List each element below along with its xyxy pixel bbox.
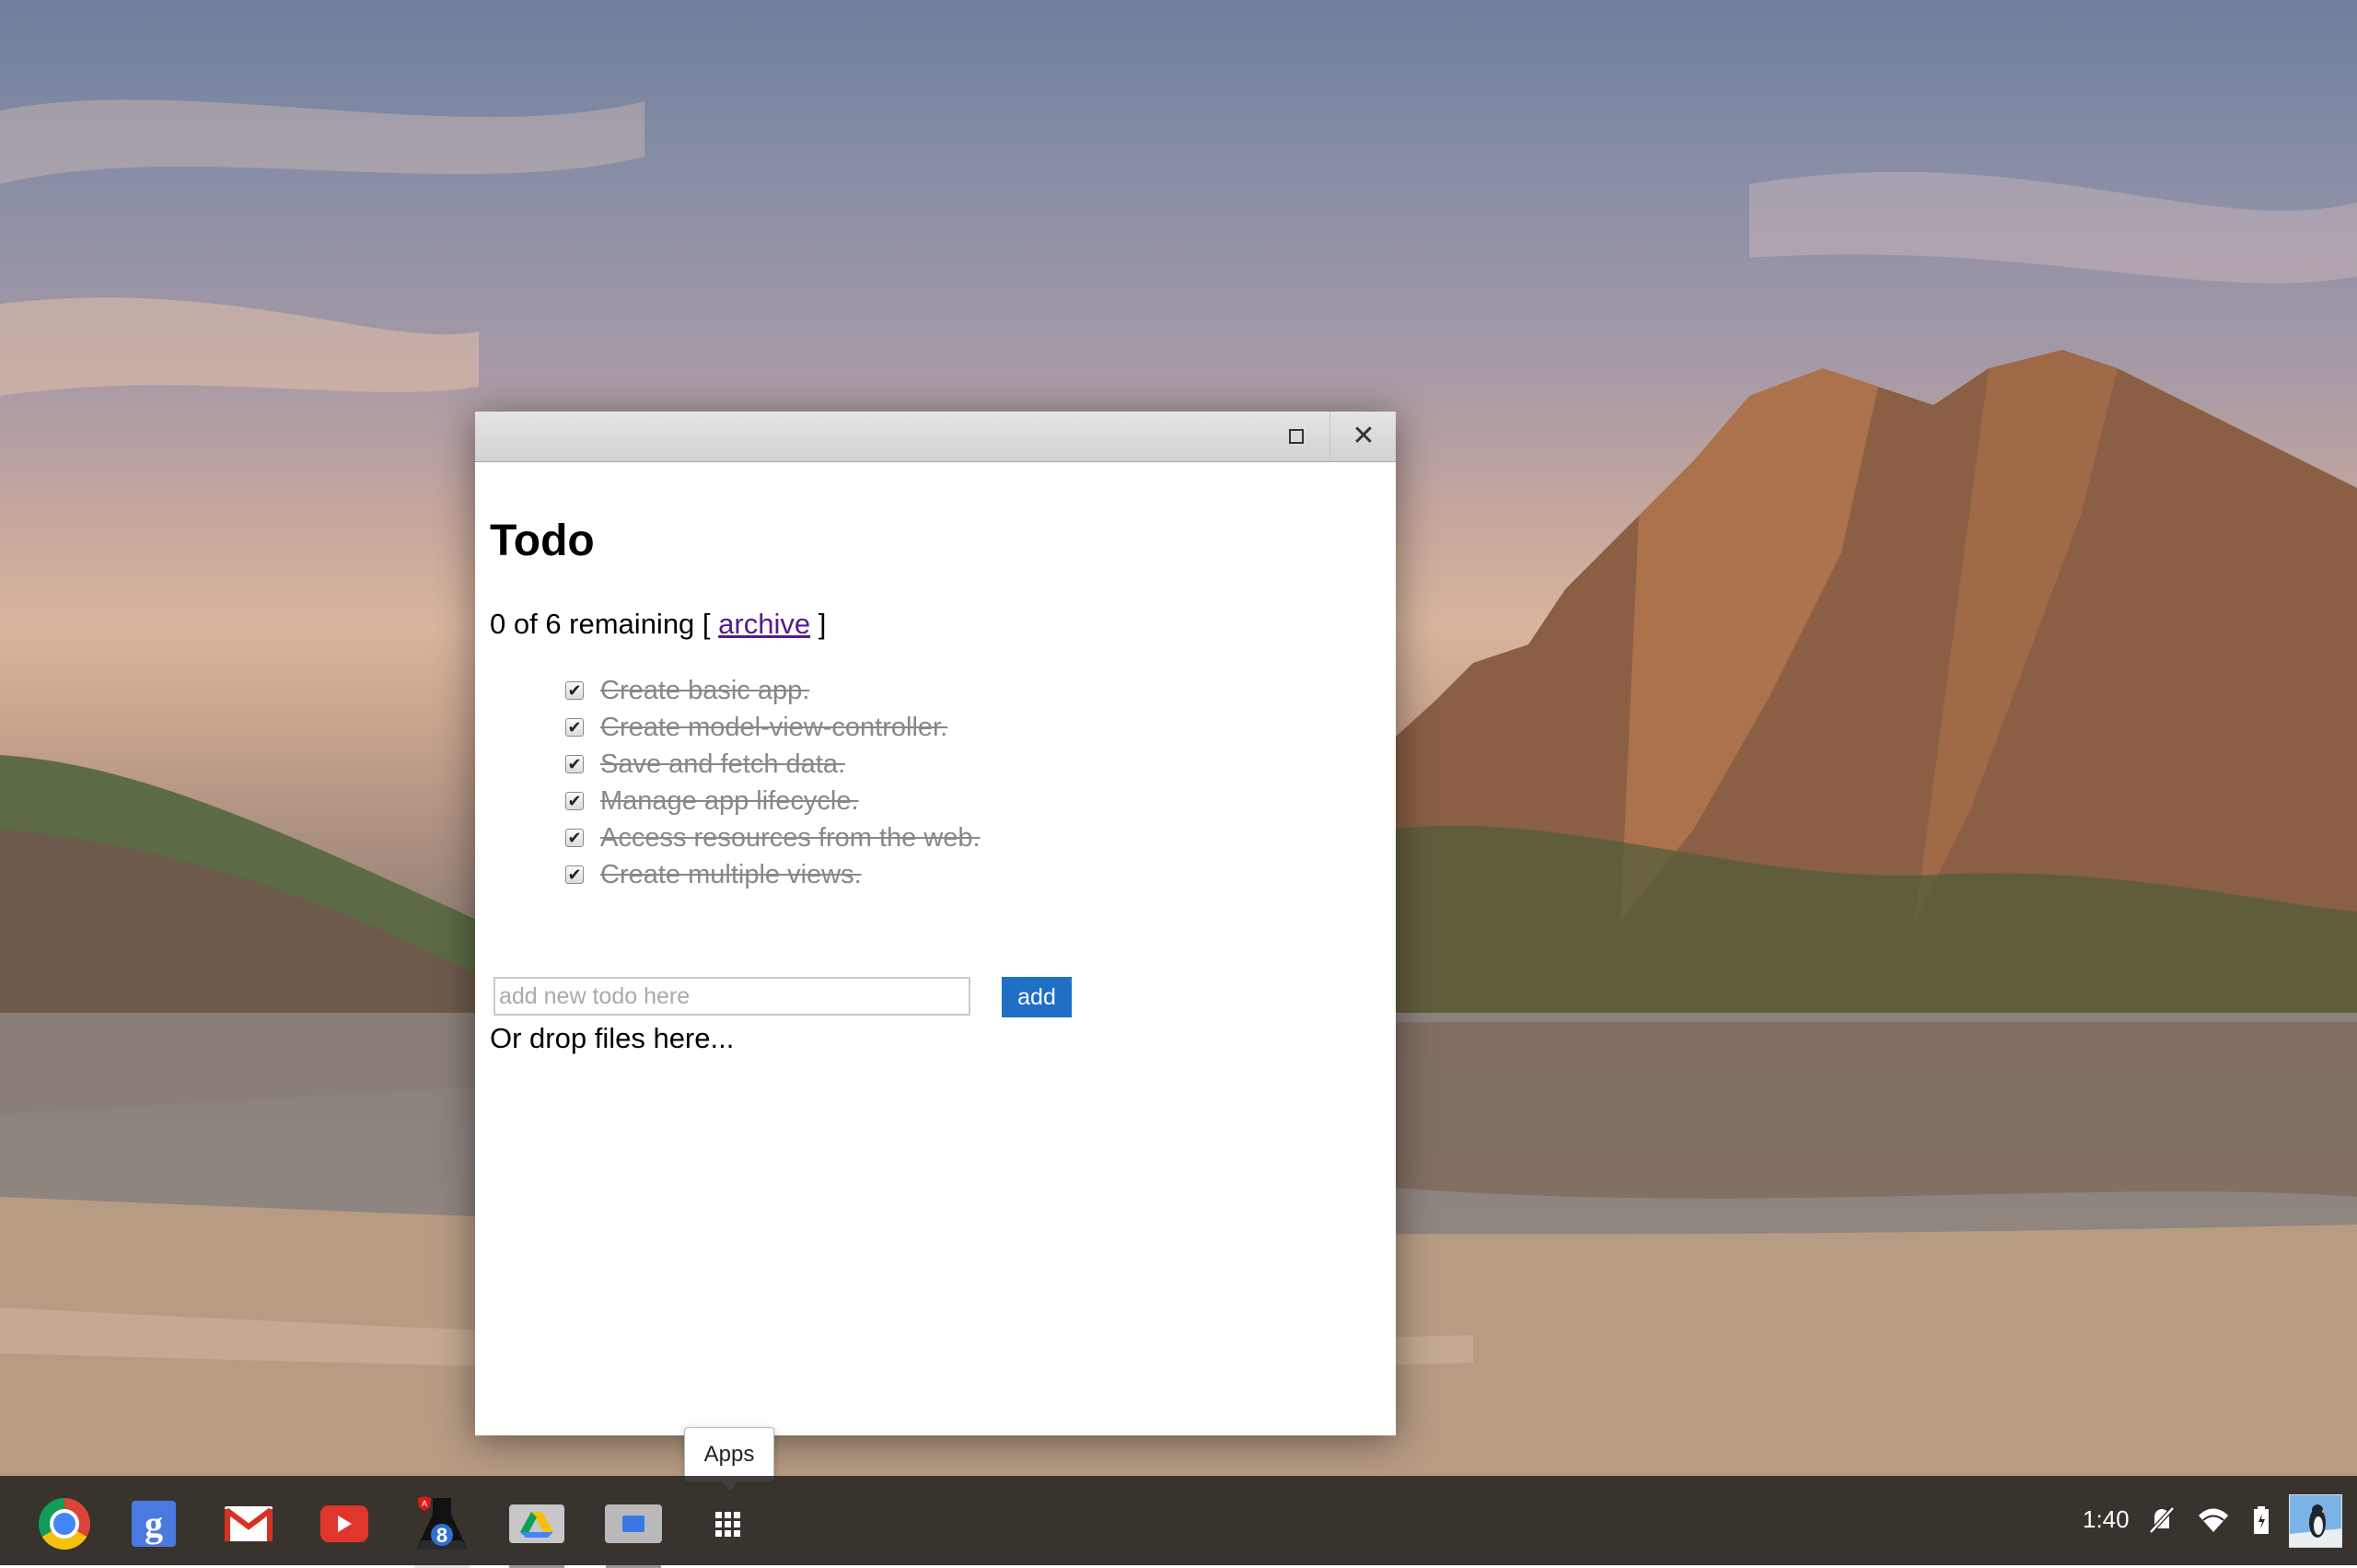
add-button[interactable]: add (1002, 977, 1072, 1017)
window-titlebar[interactable]: ✕ (475, 412, 1396, 462)
shelf: g A 8 1:40 (0, 1476, 2357, 1568)
close-button[interactable]: ✕ (1329, 412, 1397, 461)
todo-list: ✔ Create basic app. ✔ Create model-view-… (565, 672, 981, 893)
app-window: ✕ Todo 0 of 6 remaining [ archive ] ✔ Cr… (475, 412, 1396, 1435)
drop-zone-text: Or drop files here... (490, 1022, 735, 1054)
shelf-item-gmail[interactable] (219, 1494, 278, 1553)
todo-text: Create multiple views. (600, 859, 862, 889)
todo-item: ✔ Create model-view-controller. (565, 709, 981, 746)
svg-text:A: A (422, 1499, 427, 1508)
todo-item: ✔ Create multiple views. (565, 856, 981, 893)
todo-checkbox[interactable]: ✔ (565, 829, 584, 847)
close-icon: ✕ (1352, 421, 1376, 451)
todo-item: ✔ Access resources from the web. (565, 819, 981, 856)
todo-item: ✔ Create basic app. (565, 672, 981, 709)
remaining-summary: 0 of 6 remaining [ archive ] (490, 608, 826, 641)
todo-checkbox[interactable]: ✔ (565, 755, 584, 773)
app-content: Todo 0 of 6 remaining [ archive ] ✔ Crea… (490, 462, 1381, 1435)
shelf-item-angular-batarang[interactable]: A 8 (412, 1494, 471, 1568)
google-icon: g (132, 1501, 176, 1547)
shelf-item-apps[interactable] (698, 1494, 757, 1553)
todo-item: ✔ Save and fetch data. (565, 746, 981, 783)
page-title: Todo (490, 517, 595, 565)
todo-checkbox[interactable]: ✔ (565, 865, 584, 884)
flask-icon: A 8 (412, 1494, 471, 1553)
shelf-item-google-drive[interactable] (507, 1494, 566, 1568)
shelf-item-youtube[interactable] (315, 1494, 374, 1553)
todo-text: Create basic app. (600, 675, 810, 705)
shelf-item-google-search[interactable]: g (124, 1494, 183, 1553)
gmail-icon (225, 1506, 273, 1541)
tooltip-text: Apps (703, 1442, 755, 1467)
todo-item: ✔ Manage app lifecycle. (565, 783, 981, 819)
new-todo-input[interactable] (493, 977, 970, 1016)
todo-text: Save and fetch data. (600, 749, 846, 779)
apps-tooltip: Apps (684, 1427, 774, 1491)
folder-icon (605, 1504, 662, 1543)
avatar[interactable] (2289, 1494, 2342, 1548)
shelf-item-files[interactable] (604, 1494, 663, 1568)
chrome-icon (39, 1498, 90, 1550)
badge-count: 8 (436, 1524, 447, 1547)
todo-text: Manage app lifecycle. (600, 785, 859, 816)
clock[interactable]: 1:40 (2083, 1505, 2130, 1534)
maximize-icon (1289, 429, 1304, 444)
shelf-item-chrome[interactable] (35, 1494, 94, 1553)
todo-text: Access resources from the web. (600, 822, 981, 853)
wifi-icon[interactable] (2195, 1500, 2232, 1540)
battery-icon[interactable] (2243, 1500, 2280, 1540)
apps-grid-icon (714, 1511, 740, 1537)
archive-link[interactable]: archive (718, 608, 810, 640)
drive-icon (509, 1504, 564, 1543)
remaining-count-text: 0 of 6 remaining [ (490, 608, 711, 640)
notifications-off-icon[interactable] (2143, 1500, 2180, 1540)
maximize-button[interactable] (1263, 412, 1329, 461)
todo-checkbox[interactable]: ✔ (565, 681, 584, 700)
todo-text: Create model-view-controller. (600, 712, 948, 742)
todo-checkbox[interactable]: ✔ (565, 792, 584, 810)
remaining-suffix: ] (818, 608, 827, 640)
todo-checkbox[interactable]: ✔ (565, 718, 584, 737)
youtube-icon (320, 1505, 368, 1542)
